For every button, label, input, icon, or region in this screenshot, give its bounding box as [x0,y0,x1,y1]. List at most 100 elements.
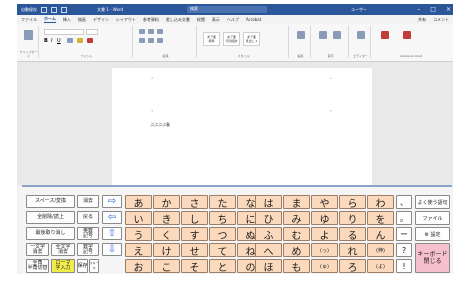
maximize-icon[interactable]: □ [430,6,436,13]
kana-key[interactable]: お [125,259,152,273]
width-toggle-key[interactable]: 全角 半角切替 [26,259,49,273]
kana-key[interactable]: む [283,227,310,241]
kana-key[interactable]: れ [339,243,366,257]
kana-key[interactable]: さ [181,195,208,209]
kana-key[interactable]: ゆ [311,211,338,225]
numbering-icon[interactable] [148,29,154,34]
autosave-toggle[interactable] [41,6,47,13]
kana-key[interactable]: つ [209,227,236,241]
minimize-icon[interactable]: – [417,6,420,13]
arrow-up-icon[interactable]: ⇧ [102,227,122,240]
tab-file[interactable]: ファイル [21,17,37,23]
exclamation-key[interactable]: ! [396,259,412,273]
dictate-icon[interactable] [319,31,327,39]
undo-last-key[interactable]: 最後取り消し [26,227,75,240]
kana-key[interactable]: す [181,227,208,241]
comma-key[interactable]: 、 [396,195,412,209]
save-icon[interactable] [51,6,57,13]
tab-view[interactable]: 表示 [212,17,220,23]
kana-key[interactable]: ら [339,195,366,209]
kana-key[interactable]: く [153,227,180,241]
kana-key[interactable]: ん [367,227,394,241]
kana-key[interactable]: た [209,195,236,209]
kana-key[interactable]: る [339,227,366,241]
undo-icon[interactable] [61,6,67,13]
kana-key[interactable]: い [125,211,152,225]
kana-key[interactable]: う [125,227,152,241]
tab-mailings[interactable]: 差し込み文書 [166,17,190,23]
bold-icon[interactable]: B [44,38,48,44]
underline-icon[interactable]: U [57,38,61,44]
style-normal[interactable]: あア亜 標準 [203,32,220,46]
kana-key[interactable]: (ゅ) [311,259,338,273]
kana-key[interactable]: み [283,211,310,225]
kana-key[interactable]: よ [311,227,338,241]
close-keyboard-button[interactable]: キーボード 閉じる [415,243,450,273]
kana-key[interactable]: こ [153,259,180,273]
back-key[interactable]: 戻る [77,211,99,224]
kana-key[interactable]: は [255,195,282,209]
tab-insert[interactable]: 挿入 [63,17,71,23]
kana-key[interactable]: あ [125,195,152,209]
align-right-icon[interactable] [157,38,163,43]
delete-all-key[interactable]: 全文字 消去 [51,243,75,256]
kana-key[interactable]: ほ [255,259,282,273]
kana-key[interactable]: て [209,243,236,257]
search-box[interactable]: 検索 [187,6,267,13]
tab-home[interactable]: ホーム [44,16,56,23]
document-page[interactable]: ぶぶぶぶ春 [112,68,372,186]
kana-key[interactable]: も [283,259,310,273]
font-name-select[interactable] [44,29,84,35]
kana-key[interactable]: (伸) [367,243,394,257]
editor-icon[interactable] [357,31,365,39]
tab-layout[interactable]: レイアウト [116,17,136,23]
font-color-icon[interactable] [87,38,93,43]
kana-key[interactable]: と [209,259,236,273]
arrow-left-icon[interactable]: ⇦ [102,211,122,224]
settings-button[interactable]: ⚙ 設定 [415,227,450,241]
kana-key[interactable]: え [125,243,152,257]
long-vowel-key[interactable]: ー [396,227,412,241]
tab-draw[interactable]: 描画 [78,17,86,23]
kana-key[interactable]: き [153,211,180,225]
kana-key[interactable]: し [181,211,208,225]
tab-design[interactable]: デザイン [93,17,109,23]
share-pdf-icon[interactable] [403,31,411,39]
kana-key[interactable]: せ [181,243,208,257]
align-left-icon[interactable] [139,38,145,43]
style-heading1[interactable]: あア亜 見出し 1 [243,32,260,46]
alnum-symbol-key[interactable]: 英数 記号 [77,227,99,240]
tab-acrobat[interactable]: Acrobat [246,17,261,22]
kana-key[interactable]: (よ) [367,259,394,273]
read-aloud-icon[interactable] [333,31,341,39]
kana-key[interactable]: へ [255,243,282,257]
document-text[interactable]: ぶぶぶぶ春 [150,122,170,128]
share-button[interactable]: 共有 [418,17,426,23]
bullets-icon[interactable] [139,29,145,34]
tab-references[interactable]: 参考資料 [143,17,159,23]
clear-read-key[interactable]: 全削除/読上 [26,211,75,224]
number-symbol-key[interactable]: 数字 記号 [77,243,99,256]
kana-key[interactable]: を [367,211,394,225]
kana-key[interactable]: そ [181,259,208,273]
find-icon[interactable] [297,31,305,39]
style-no-spacing[interactable]: あア亜 行間詰め [223,32,240,46]
arrow-right-icon[interactable]: ⇨ [102,195,122,208]
paste-icon[interactable] [24,30,33,40]
arrow-down-icon[interactable]: ⇩ [102,243,122,256]
close-icon[interactable]: × [446,6,451,13]
highlight-icon[interactable] [77,38,83,43]
create-pdf-icon[interactable] [381,31,389,39]
indent-icon[interactable] [157,29,163,34]
question-key[interactable]: ? [396,243,412,257]
strikethrough-icon[interactable] [67,38,73,43]
kana-key[interactable]: り [339,211,366,225]
tab-help[interactable]: ヘルプ [227,17,239,23]
kana-key[interactable]: け [153,243,180,257]
align-center-icon[interactable] [148,38,154,43]
tab-review[interactable]: 校閲 [197,17,205,23]
delete-char-key[interactable]: 一文字 消去 [26,243,49,256]
kana-key[interactable]: (っ) [311,243,338,257]
period-key[interactable]: 。 [396,211,412,225]
kana-key[interactable]: ち [209,211,236,225]
